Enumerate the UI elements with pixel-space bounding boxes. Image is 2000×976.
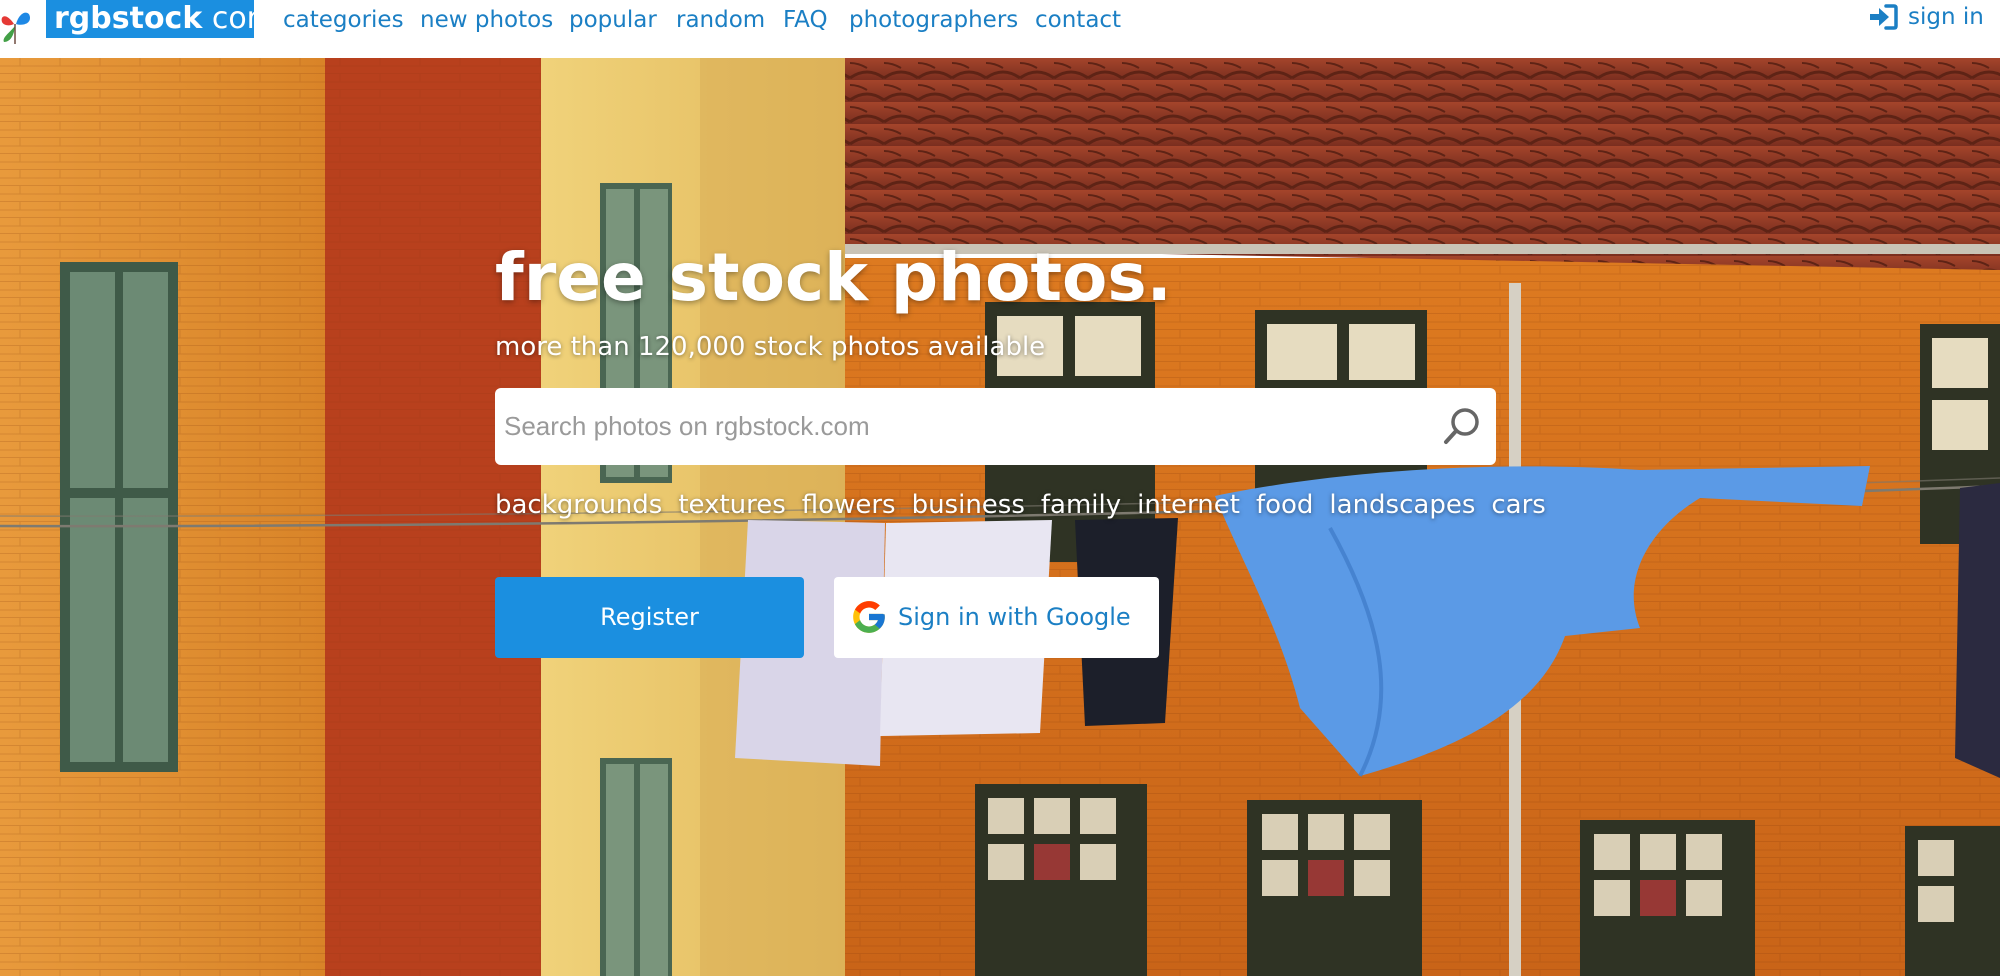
tag-link-cars[interactable]: cars <box>1491 490 1545 520</box>
top-navigation-bar: rgbstock com categories new photos popul… <box>0 0 2000 58</box>
logo-name-bold: rgbstock <box>54 1 203 36</box>
nav-link-popular[interactable]: popular <box>569 4 657 36</box>
hero-subline: more than 120,000 stock photos available <box>495 332 1046 362</box>
tag-link-internet[interactable]: internet <box>1137 490 1240 520</box>
tag-link-food[interactable]: food <box>1256 490 1313 520</box>
google-sign-in-label: Sign in with Google <box>898 603 1131 631</box>
logo-name-rest: com <box>202 1 276 36</box>
tag-link-flowers[interactable]: flowers <box>802 490 896 520</box>
search-input[interactable] <box>495 388 1415 465</box>
tag-link-business[interactable]: business <box>912 490 1025 520</box>
nav-link-categories[interactable]: categories <box>283 4 404 36</box>
tag-link-landscapes[interactable]: landscapes <box>1329 490 1475 520</box>
tag-link-backgrounds[interactable]: backgrounds <box>495 490 662 520</box>
nav-link-new-photos[interactable]: new photos <box>420 4 553 36</box>
sign-in-label: sign in <box>1908 4 1984 30</box>
tag-link-textures[interactable]: textures <box>678 490 785 520</box>
nav-link-faq[interactable]: FAQ <box>783 4 828 36</box>
site-logo[interactable]: rgbstock com <box>46 0 276 38</box>
sign-in-icon <box>1870 4 1898 30</box>
search-icon[interactable] <box>1440 404 1484 448</box>
sign-in-link[interactable]: sign in <box>1868 2 1990 32</box>
google-logo-icon <box>853 601 885 633</box>
register-button[interactable]: Register <box>495 577 804 658</box>
search-bar <box>495 388 1496 465</box>
nav-link-random[interactable]: random <box>676 4 765 36</box>
hero-headline: free stock photos. <box>495 239 1172 316</box>
nav-link-contact[interactable]: contact <box>1035 4 1121 36</box>
logo-leaf-icon[interactable] <box>0 4 34 44</box>
nav-link-photographers[interactable]: photographers <box>849 4 1018 36</box>
google-sign-in-button[interactable]: Sign in with Google <box>834 577 1159 658</box>
popular-tags: backgrounds textures flowers business family… <box>495 486 1562 524</box>
tag-link-family[interactable]: family <box>1041 490 1121 520</box>
